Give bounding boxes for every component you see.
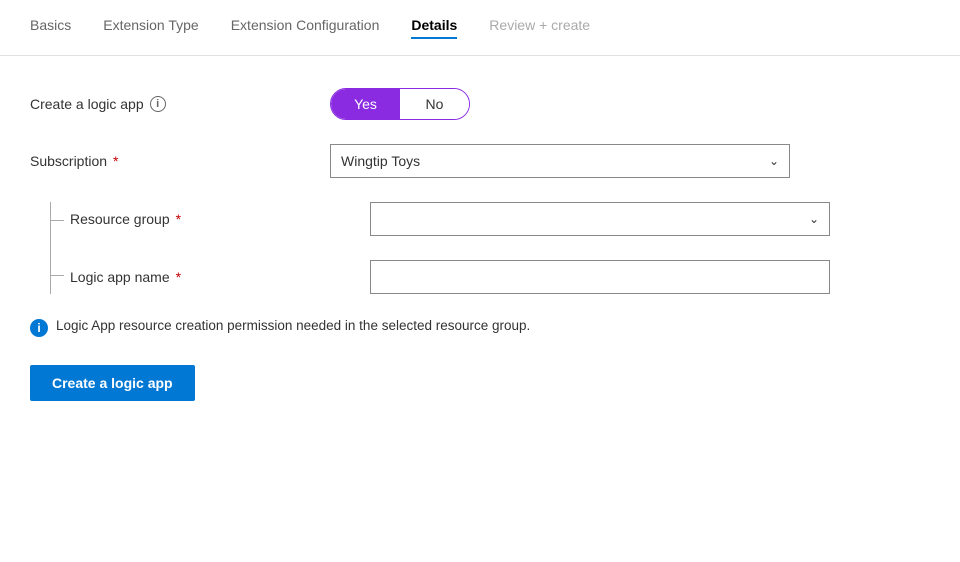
resource-group-dropdown[interactable]: ⌄ [370, 202, 830, 236]
tab-basics[interactable]: Basics [30, 17, 71, 39]
tab-details[interactable]: Details [411, 17, 457, 39]
resource-group-required: * [176, 211, 181, 227]
tab-extension-type[interactable]: Extension Type [103, 17, 198, 39]
subscription-dropdown[interactable]: Wingtip Toys ⌄ [330, 144, 790, 178]
create-logic-app-button[interactable]: Create a logic app [30, 365, 195, 401]
main-content: Create a logic app i Yes No Subscription… [0, 56, 960, 433]
resource-group-chevron-icon: ⌄ [809, 212, 819, 226]
create-logic-app-label: Create a logic app i [30, 96, 330, 112]
subscription-value: Wingtip Toys [341, 153, 420, 169]
info-notice: i Logic App resource creation permission… [30, 318, 930, 337]
info-notice-text: Logic App resource creation permission n… [56, 318, 530, 333]
create-logic-app-info-icon[interactable]: i [150, 96, 166, 112]
nav-tabs: Basics Extension Type Extension Configur… [0, 0, 960, 56]
bracket-top-horizontal [50, 220, 64, 221]
logic-app-name-label: Logic app name * [70, 269, 370, 285]
indented-fields-group: Resource group * ⌄ Logic app name * [70, 202, 930, 294]
resource-group-label-text: Resource group [70, 211, 170, 227]
create-logic-app-toggle: Yes No [330, 88, 470, 120]
create-logic-app-label-text: Create a logic app [30, 96, 144, 112]
logic-app-name-row: Logic app name * [70, 260, 930, 294]
bracket-bottom-horizontal [50, 275, 64, 276]
toggle-yes-button[interactable]: Yes [331, 89, 400, 119]
subscription-label-text: Subscription [30, 153, 107, 169]
subscription-chevron-icon: ⌄ [769, 154, 779, 168]
subscription-row: Subscription * Wingtip Toys ⌄ [30, 144, 930, 178]
create-logic-app-row: Create a logic app i Yes No [30, 88, 930, 120]
resource-group-label: Resource group * [70, 211, 370, 227]
logic-app-name-input[interactable] [370, 260, 830, 294]
toggle-no-button[interactable]: No [400, 89, 469, 119]
tab-review-create: Review + create [489, 17, 590, 39]
logic-app-name-required: * [176, 269, 181, 285]
logic-app-name-label-text: Logic app name [70, 269, 170, 285]
bracket-vertical-line [50, 202, 51, 294]
tab-extension-configuration[interactable]: Extension Configuration [231, 17, 380, 39]
info-notice-icon: i [30, 319, 48, 337]
resource-group-row: Resource group * ⌄ [70, 202, 930, 236]
subscription-label: Subscription * [30, 153, 330, 169]
subscription-required: * [113, 153, 118, 169]
